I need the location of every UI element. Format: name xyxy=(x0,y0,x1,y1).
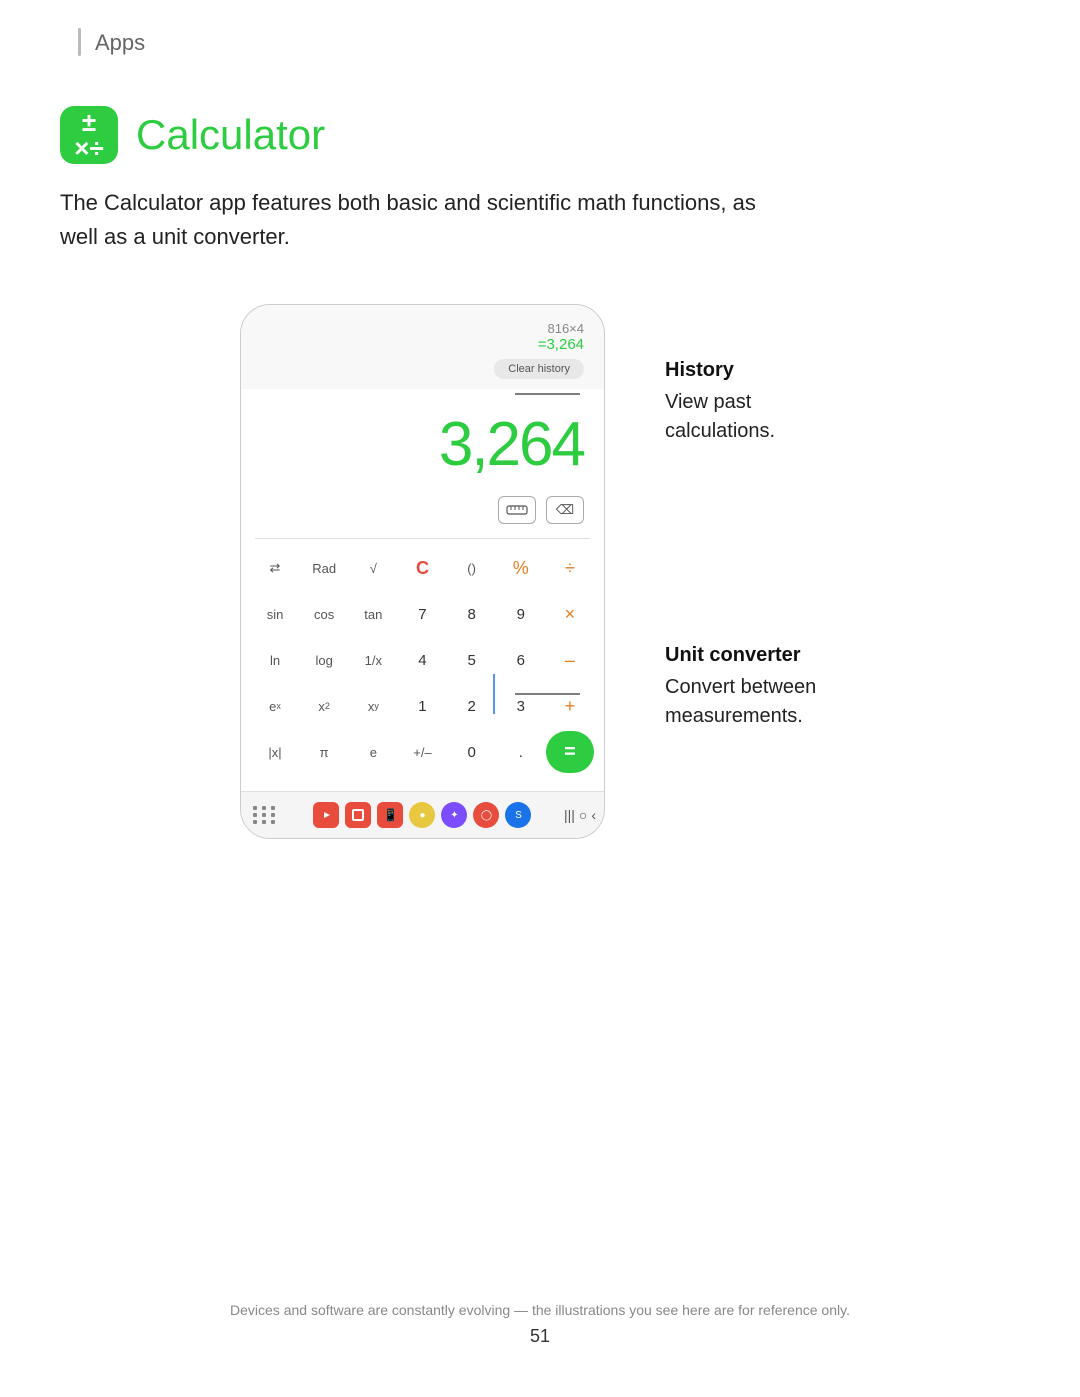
btn-5[interactable]: 5 xyxy=(448,639,496,681)
app-title: Calculator xyxy=(136,111,325,159)
history-result: =3,264 xyxy=(261,336,584,353)
btn-clear[interactable]: C xyxy=(398,547,446,589)
btn-ln[interactable]: ln xyxy=(251,639,299,681)
bottom-nav-bar: 📱 ● ✦ ◯ S ||| xyxy=(241,791,604,838)
unit-callout-desc: Convert between measurements. xyxy=(665,673,845,731)
btn-percent[interactable]: % xyxy=(497,547,545,589)
history-callout-desc: View past calculations. xyxy=(665,388,845,446)
button-row-3: ln log 1/x 4 5 6 – xyxy=(251,639,594,681)
btn-tan[interactable]: tan xyxy=(349,593,397,635)
btn-rad[interactable]: Rad xyxy=(300,547,348,589)
button-row-5: |x| π e +/– 0 . = xyxy=(251,731,594,773)
btn-9[interactable]: 9 xyxy=(497,593,545,635)
btn-3[interactable]: 3 xyxy=(497,685,545,727)
nav-back-icon[interactable]: ‹ xyxy=(591,807,596,823)
nav-app-purple[interactable]: ✦ xyxy=(441,802,467,828)
btn-exp[interactable]: ex xyxy=(251,685,299,727)
footer-page-number: 51 xyxy=(0,1326,1080,1347)
btn-negate[interactable]: +/– xyxy=(398,731,446,773)
section-label: Apps xyxy=(95,28,145,56)
btn-plus[interactable]: + xyxy=(546,685,594,727)
apps-grid-icon[interactable] xyxy=(253,806,277,824)
btn-7[interactable]: 7 xyxy=(398,593,446,635)
app-icon: ±×÷ xyxy=(60,106,118,164)
unit-converter-callout: Unit converter Convert between measureme… xyxy=(665,644,845,731)
btn-multiply[interactable]: × xyxy=(546,593,594,635)
btn-dot[interactable]: . xyxy=(497,731,545,773)
unit-converter-area: ⌫ xyxy=(241,490,604,538)
btn-4[interactable]: 4 xyxy=(398,639,446,681)
btn-e[interactable]: e xyxy=(349,731,397,773)
btn-divide[interactable]: ÷ xyxy=(546,547,594,589)
history-area: 816×4 =3,264 Clear history xyxy=(241,305,604,389)
btn-minus[interactable]: – xyxy=(546,639,594,681)
nav-app-chrome[interactable]: ● xyxy=(409,802,435,828)
phone-mockup: 816×4 =3,264 Clear history 3,264 xyxy=(150,304,605,839)
nav-system-icons: ||| ○ ‹ xyxy=(564,807,596,823)
nav-app-phone[interactable]: 📱 xyxy=(377,802,403,828)
nav-home-icon[interactable]: ○ xyxy=(579,807,587,823)
unit-ruler-icon[interactable] xyxy=(498,496,536,524)
clear-history-button[interactable]: Clear history xyxy=(494,359,584,379)
btn-parens[interactable]: () xyxy=(448,547,496,589)
button-row-1: ⇄ Rad √ C () % ÷ xyxy=(251,547,594,589)
callouts-container: History View past calculations. Unit con… xyxy=(605,304,845,364)
btn-pow[interactable]: xy xyxy=(349,685,397,727)
nav-recent-icon[interactable]: ||| xyxy=(564,807,575,823)
page-footer: Devices and software are constantly evol… xyxy=(0,1302,1080,1347)
button-row-4: ex x2 xy 1 2 3 + xyxy=(251,685,594,727)
btn-log[interactable]: log xyxy=(300,639,348,681)
btn-1[interactable]: 1 xyxy=(398,685,446,727)
btn-recip[interactable]: 1/x xyxy=(349,639,397,681)
app-description: The Calculator app features both basic a… xyxy=(0,164,820,254)
btn-swap[interactable]: ⇄ xyxy=(251,547,299,589)
calculator-buttons: ⇄ Rad √ C () % ÷ sin cos tan 7 8 9 × xyxy=(241,539,604,791)
nav-app-icons: 📱 ● ✦ ◯ S xyxy=(313,802,531,828)
btn-sq[interactable]: x2 xyxy=(300,685,348,727)
unit-callout-title: Unit converter xyxy=(665,644,845,667)
btn-6[interactable]: 6 xyxy=(497,639,545,681)
btn-pi[interactable]: π xyxy=(300,731,348,773)
button-row-2: sin cos tan 7 8 9 × xyxy=(251,593,594,635)
main-display: 3,264 xyxy=(241,389,604,490)
btn-2[interactable]: 2 xyxy=(448,685,496,727)
btn-cos[interactable]: cos xyxy=(300,593,348,635)
footer-disclaimer: Devices and software are constantly evol… xyxy=(0,1302,1080,1318)
history-expression: 816×4 xyxy=(261,321,584,336)
nav-app-red[interactable] xyxy=(345,802,371,828)
nav-app-youtube[interactable] xyxy=(313,802,339,828)
display-number: 3,264 xyxy=(439,409,584,480)
nav-app-blue[interactable]: S xyxy=(505,802,531,828)
btn-0[interactable]: 0 xyxy=(448,731,496,773)
app-icon-symbol: ±×÷ xyxy=(74,109,103,161)
btn-abs[interactable]: |x| xyxy=(251,731,299,773)
btn-sin[interactable]: sin xyxy=(251,593,299,635)
btn-sqrt[interactable]: √ xyxy=(349,547,397,589)
delete-icon[interactable]: ⌫ xyxy=(546,496,584,524)
history-callout: History View past calculations. xyxy=(665,359,845,446)
btn-equals[interactable]: = xyxy=(546,731,594,773)
history-callout-title: History xyxy=(665,359,845,382)
btn-8[interactable]: 8 xyxy=(448,593,496,635)
app-title-section: ±×÷ Calculator xyxy=(0,56,1080,164)
nav-app-red-round[interactable]: ◯ xyxy=(473,802,499,828)
